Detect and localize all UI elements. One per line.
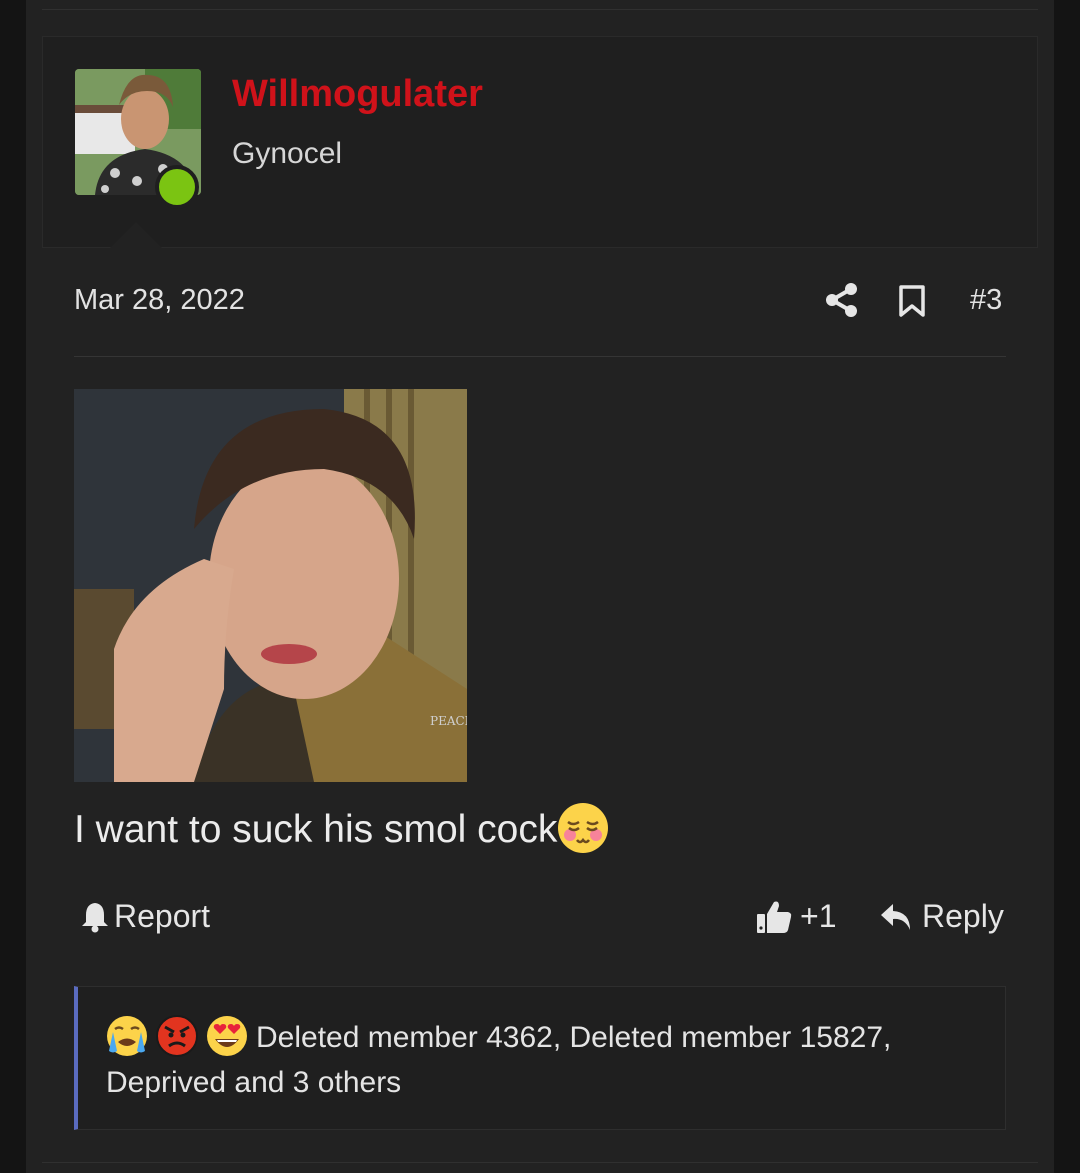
online-status-indicator	[155, 165, 199, 209]
thumbs-up-icon	[757, 901, 792, 933]
like-count: +1	[800, 898, 837, 934]
crying-emoji-icon	[107, 1016, 147, 1056]
user-title: Gynocel	[232, 137, 343, 170]
image-watermark: PEACH	[430, 714, 467, 728]
bell-icon	[82, 902, 108, 932]
user-card: Willmogulater Gynocel	[42, 36, 1038, 248]
reactions-summary[interactable]: Deleted member 4362, Deleted member 1582…	[106, 1015, 986, 1105]
reactions-bar[interactable]: Deleted member 4362, Deleted member 1582…	[74, 986, 1006, 1130]
angry-emoji-icon	[156, 1015, 198, 1057]
heart-eyes-emoji-icon	[207, 1016, 247, 1056]
divider	[42, 1162, 1038, 1163]
post-body: I want to suck his smol cock	[74, 802, 609, 854]
post-body-text: I want to suck his smol cock	[74, 808, 558, 851]
post-container: Willmogulater Gynocel Mar 28, 2022 #3 PE…	[26, 0, 1054, 1173]
divider	[74, 356, 1006, 357]
like-button[interactable]: +1	[756, 898, 836, 935]
post-image[interactable]: PEACH	[74, 389, 467, 782]
report-label: Report	[114, 898, 211, 934]
post-number-link[interactable]: #3	[970, 284, 1002, 317]
reply-label: Reply	[922, 898, 1004, 934]
reply-button[interactable]: Reply	[880, 898, 1004, 935]
share-icon[interactable]	[825, 282, 859, 318]
reply-arrow-icon	[881, 903, 910, 930]
divider	[42, 9, 1038, 10]
report-button[interactable]: Report	[80, 898, 210, 935]
bookmark-icon[interactable]	[898, 284, 926, 318]
card-notch	[110, 222, 162, 248]
username[interactable]: Willmogulater	[232, 73, 483, 116]
blushing-emoji-icon	[558, 803, 609, 853]
post-date[interactable]: Mar 28, 2022	[74, 284, 245, 317]
